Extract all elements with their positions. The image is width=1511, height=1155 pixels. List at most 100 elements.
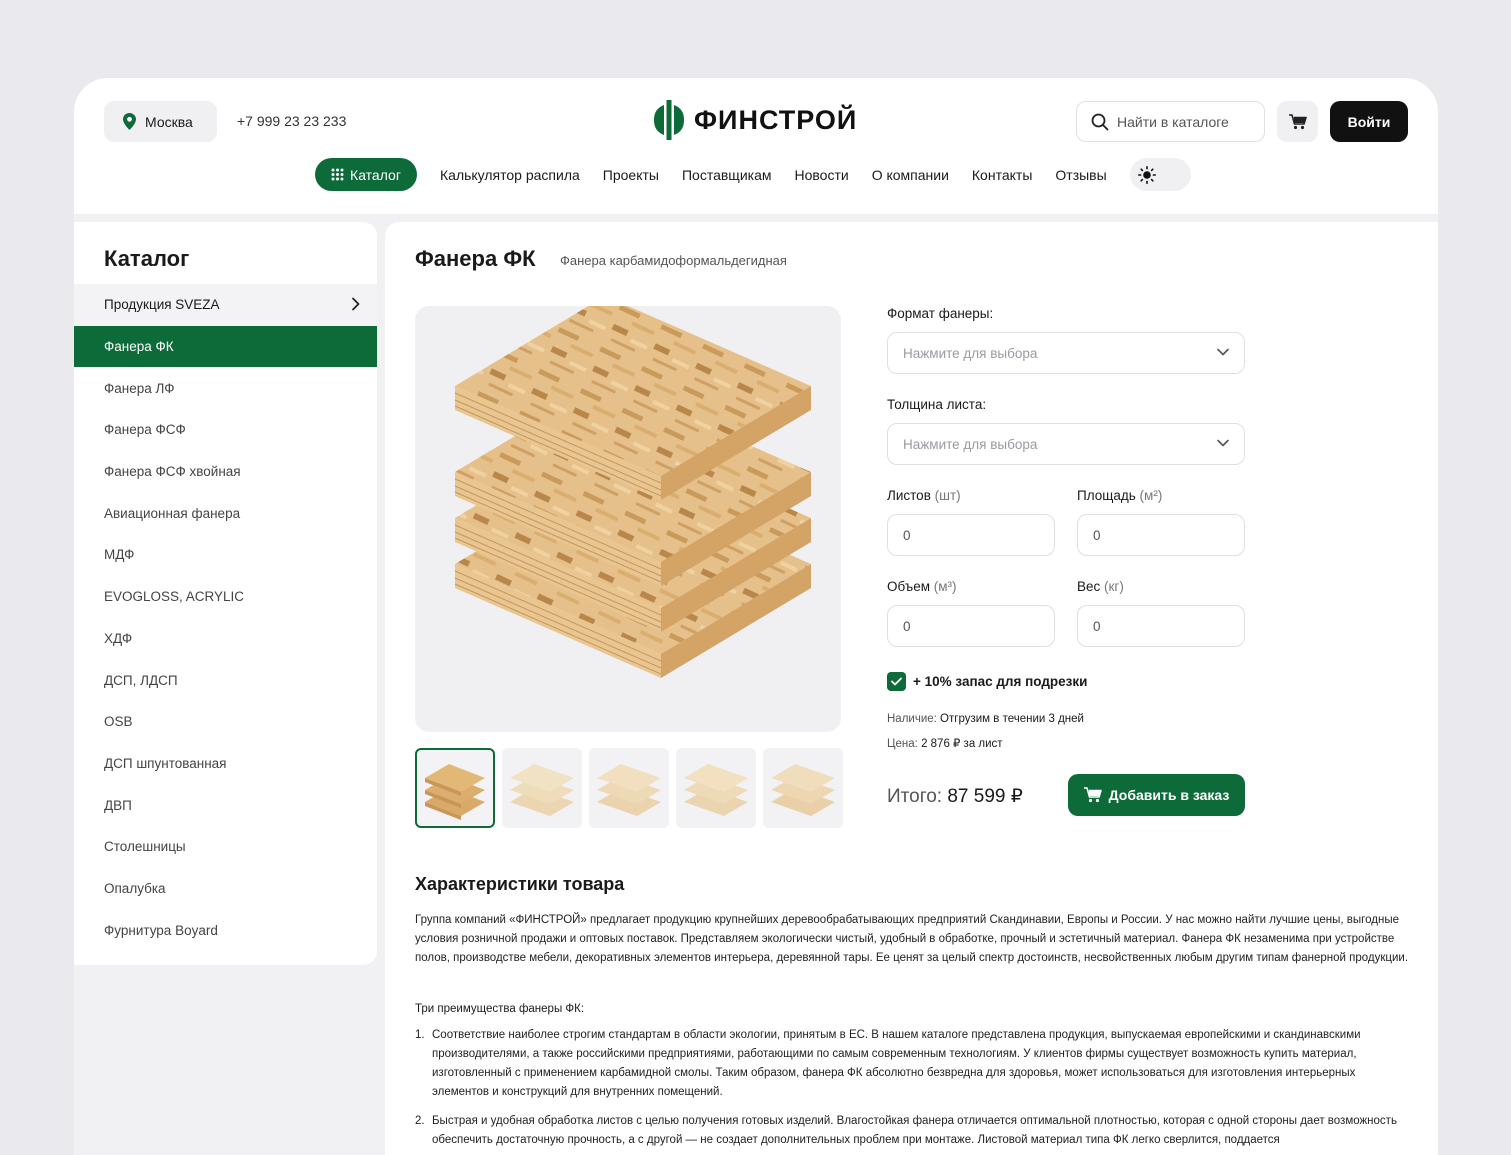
search-input[interactable]: Найти в каталоге <box>1076 101 1265 142</box>
nav-item-suppliers[interactable]: Поставщикам <box>682 167 772 183</box>
sun-icon <box>1137 165 1156 184</box>
sidebar-item-label: ХДФ <box>104 630 133 646</box>
app-frame: Москва +7 999 23 23 233 ФИНСТРОЙ Найти в… <box>74 78 1438 1155</box>
thumbnail-image <box>510 764 574 816</box>
nav-item-calculator[interactable]: Калькулятор распила <box>440 167 580 183</box>
volume-input[interactable]: 0 <box>887 605 1055 647</box>
category-list: Продукция SVEZA Фанера ФК Фанера ЛФ Фане… <box>74 284 377 951</box>
nav-item-about[interactable]: О компании <box>872 167 949 183</box>
sidebar-item-sveza[interactable]: Продукция SVEZA <box>74 284 377 326</box>
weight-input[interactable]: 0 <box>1077 605 1245 647</box>
main-nav: Каталог Калькулятор распила Проекты Пост… <box>315 158 1191 191</box>
thickness-select[interactable]: Нажмите для выбора <box>887 423 1245 465</box>
nav-item-contacts[interactable]: Контакты <box>972 167 1032 183</box>
thumbnail-2[interactable] <box>502 748 582 828</box>
nav-item-projects[interactable]: Проекты <box>603 167 659 183</box>
weight-label-text: Вес <box>1077 579 1101 594</box>
catalog-button-label: Каталог <box>350 166 401 183</box>
thickness-select-placeholder: Нажмите для выбора <box>903 436 1038 452</box>
sidebar-item-label: Фанера ФСФ <box>104 422 186 438</box>
plywood-stack-image <box>454 306 811 678</box>
phone-number[interactable]: +7 999 23 23 233 <box>237 113 346 129</box>
product-image[interactable] <box>415 306 841 732</box>
thumbnail-1[interactable] <box>415 748 495 828</box>
advantages-list: 1. Соответствие наиболее строгим стандар… <box>415 1026 1410 1155</box>
advantages-title: Три преимущества фанеры ФК: <box>415 1003 585 1015</box>
sidebar-item-label: Продукция SVEZA <box>104 297 220 313</box>
list-item-text: Соответствие наиболее строгим стандартам… <box>432 1029 1361 1098</box>
page-title: Фанера ФК <box>415 246 536 271</box>
sidebar-item-boyard[interactable]: Фурнитура Boyard <box>74 909 377 951</box>
login-button[interactable]: Войти <box>1330 101 1408 142</box>
sidebar-item-osb[interactable]: OSB <box>74 701 377 743</box>
price-value: 2 876 ₽ за лист <box>921 738 1003 750</box>
sidebar-item-dsp-tongue[interactable]: ДСП шпунтованная <box>74 743 377 785</box>
weight-label: Вес (кг) <box>1077 579 1124 594</box>
sheets-unit: (шт) <box>934 488 961 503</box>
sidebar-item-label: Фанера ФСФ хвойная <box>104 464 241 480</box>
sidebar-item-evogloss[interactable]: EVOGLOSS, ACRYLIC <box>74 576 377 618</box>
total-label: Итого: <box>887 786 943 807</box>
sheets-input[interactable]: 0 <box>887 514 1055 556</box>
sidebar-item-label: Авиационная фанера <box>104 505 241 521</box>
sidebar-item-aviation[interactable]: Авиационная фанера <box>74 492 377 534</box>
logo[interactable]: ФИНСТРОЙ <box>654 100 857 140</box>
cart-button[interactable] <box>1277 101 1318 142</box>
characteristics-text: Группа компаний «ФИНСТРОЙ» предлагает пр… <box>415 914 1409 964</box>
sidebar-item-label: Фурнитура Boyard <box>104 922 218 938</box>
sidebar-title: Каталог <box>104 246 190 271</box>
area-label: Площадь (м²) <box>1077 488 1162 503</box>
sidebar-item-countertops[interactable]: Столешницы <box>74 826 377 868</box>
catalog-sidebar: Каталог Продукция SVEZA Фанера ФК Фанера… <box>74 222 377 965</box>
thumbnail-4[interactable] <box>676 748 756 828</box>
logo-mark-icon <box>654 100 684 140</box>
price-line: Цена: 2 876 ₽ за лист <box>887 736 1003 750</box>
sidebar-item-fsf[interactable]: Фанера ФСФ <box>74 409 377 451</box>
city-name: Москва <box>145 113 193 130</box>
list-item: 2. Быстрая и удобная обработка листов с … <box>415 1112 1410 1150</box>
theme-toggle[interactable] <box>1129 158 1191 191</box>
checkmark-icon <box>891 677 902 686</box>
order-total: Итого: 87 599 ₽ <box>887 785 1023 808</box>
add-to-order-label: Добавить в заказ <box>1108 787 1230 803</box>
thumbnail-5[interactable] <box>763 748 843 828</box>
sidebar-item-label: Столешницы <box>104 839 186 855</box>
area-input[interactable]: 0 <box>1077 514 1245 556</box>
cart-icon <box>1083 787 1102 803</box>
price-key: Цена: <box>887 738 918 750</box>
nav-item-news[interactable]: Новости <box>794 167 848 183</box>
area-unit: (м²) <box>1139 488 1163 503</box>
chevron-down-icon <box>1217 348 1229 356</box>
format-select-placeholder: Нажмите для выбора <box>903 345 1038 361</box>
sidebar-item-fk[interactable]: Фанера ФК <box>74 325 377 368</box>
sidebar-item-fsf-conifer[interactable]: Фанера ФСФ хвойная <box>74 451 377 493</box>
sidebar-item-hdf[interactable]: ХДФ <box>74 618 377 660</box>
sidebar-item-mdf[interactable]: МДФ <box>74 534 377 576</box>
product-panel: Фанера ФК Фанера карбамидоформальдегидна… <box>385 222 1438 1155</box>
availability-line: Наличие: Отгрузим в течении 3 дней <box>887 713 1084 725</box>
city-selector-button[interactable]: Москва <box>104 101 217 142</box>
sidebar-item-label: Опалубка <box>104 880 166 896</box>
list-item-text: Быстрая и удобная обработка листов с цел… <box>432 1115 1397 1146</box>
catalog-button[interactable]: Каталог <box>315 158 417 191</box>
format-select[interactable]: Нажмите для выбора <box>887 332 1245 374</box>
sidebar-item-label: Фанера ФК <box>104 339 174 355</box>
site-header: Москва +7 999 23 23 233 ФИНСТРОЙ Найти в… <box>74 78 1438 214</box>
thumbnail-3[interactable] <box>589 748 669 828</box>
logo-text: ФИНСТРОЙ <box>694 104 858 135</box>
list-item-number: 1. <box>415 1029 425 1041</box>
sidebar-item-lf[interactable]: Фанера ЛФ <box>74 367 377 409</box>
nav-item-reviews[interactable]: Отзывы <box>1055 167 1106 183</box>
reserve-checkbox-row[interactable]: + 10% запас для подрезки <box>887 672 1087 691</box>
characteristics-title: Характеристики товара <box>415 874 625 894</box>
add-to-order-button[interactable]: Добавить в заказ <box>1068 774 1245 816</box>
availability-value: Отгрузим в течении 3 дней <box>940 713 1084 725</box>
volume-label: Объем (м³) <box>887 579 957 594</box>
reserve-checkbox[interactable] <box>887 672 906 691</box>
sidebar-item-dvp[interactable]: ДВП <box>74 784 377 826</box>
sidebar-item-dsp[interactable]: ДСП, ЛДСП <box>74 659 377 701</box>
sidebar-item-label: МДФ <box>104 547 135 563</box>
chevron-right-icon <box>352 297 360 311</box>
thumbnail-strip <box>415 748 850 828</box>
sidebar-item-formwork[interactable]: Опалубка <box>74 868 377 910</box>
